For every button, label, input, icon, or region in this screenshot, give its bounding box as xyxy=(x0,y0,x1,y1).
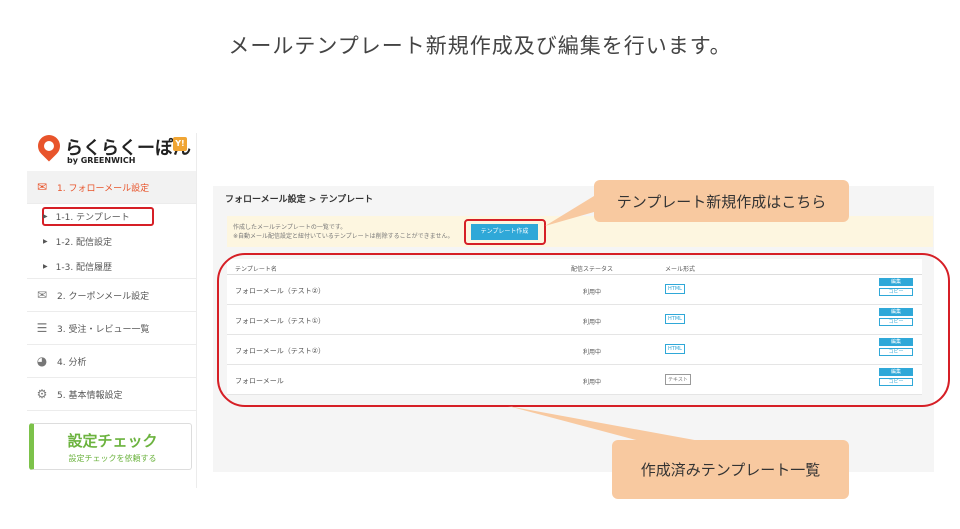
sidebar-item-label: 1-2. 配信設定 xyxy=(55,238,113,248)
app-logo[interactable]: らくらくーぽん by GREENWICH Y! xyxy=(27,130,196,171)
callout-new-template: テンプレート新規作成はこちら xyxy=(594,180,849,222)
sidebar-section-analytics[interactable]: ◕ 4. 分析 xyxy=(27,345,196,378)
notice-line: 作成したメールテンプレートの一覧です。 xyxy=(233,224,347,231)
sidebar: らくらくーぽん by GREENWICH Y! ✉ 1. フォローメール設定 ▶… xyxy=(27,130,197,488)
settings-check-title: 設定チェック xyxy=(67,432,158,450)
chevron-right-icon: ▶ xyxy=(43,238,48,245)
template-list-highlight xyxy=(217,253,950,407)
sidebar-section-coupon-mail[interactable]: ✉ 2. クーポンメール設定 xyxy=(27,279,196,312)
new-template-highlight: テンプレート作成 xyxy=(464,219,546,245)
chevron-right-icon: ▶ xyxy=(43,213,48,220)
notice-line: ※自動メール配信設定と紐付いているテンプレートは削除することができません。 xyxy=(233,233,454,240)
sidebar-section-orders-reviews[interactable]: ☰ 3. 受注・レビュー一覧 xyxy=(27,312,196,345)
breadcrumb: フォローメール設定 > テンプレート xyxy=(225,195,374,205)
sidebar-section-basic-info[interactable]: ⚙ 5. 基本情報設定 xyxy=(27,378,196,411)
callout-template-list: 作成済みテンプレート一覧 xyxy=(612,440,849,499)
list-icon: ☰ xyxy=(36,321,48,335)
pie-chart-icon: ◕ xyxy=(36,354,48,368)
sidebar-item-label: 1-3. 配信履歴 xyxy=(55,262,113,273)
sidebar-section-label: 3. 受注・レビュー一覧 xyxy=(57,324,150,335)
sidebar-item-label: 1-1. テンプレート xyxy=(55,213,130,223)
sidebar-section-label: 5. 基本情報設定 xyxy=(57,390,123,401)
create-template-button[interactable]: テンプレート作成 xyxy=(471,224,538,240)
sidebar-item-delivery-history[interactable]: ▶ 1-3. 配信履歴 xyxy=(27,254,196,279)
sidebar-item-template[interactable]: ▶ 1-1. テンプレート xyxy=(42,207,154,226)
logo-pin-icon xyxy=(33,130,65,162)
yahoo-badge: Y! xyxy=(173,137,187,151)
gear-icon: ⚙ xyxy=(36,387,48,401)
open-mail-icon: ✉ xyxy=(36,288,48,302)
chevron-right-icon: ▶ xyxy=(43,262,48,270)
mail-icon: ✉ xyxy=(36,180,48,194)
settings-check-subtitle: 設定チェックを依頼する xyxy=(68,454,157,463)
sidebar-section-label: 2. クーポンメール設定 xyxy=(57,291,150,302)
sidebar-section-follow-mail[interactable]: ✉ 1. フォローメール設定 xyxy=(27,171,196,204)
sidebar-item-delivery-settings[interactable]: ▶ 1-2. 配信設定 xyxy=(27,229,196,254)
settings-check-button[interactable]: 設定チェック 設定チェックを依頼する xyxy=(29,423,192,470)
sidebar-section-label: 1. フォローメール設定 xyxy=(57,183,150,194)
logo-subtext: by GREENWICH xyxy=(67,156,136,165)
page: メールテンプレート新規作成及び編集を行います。 らくらくーぽん by GREEN… xyxy=(0,0,960,529)
sidebar-section-label: 4. 分析 xyxy=(57,357,87,368)
page-heading: メールテンプレート新規作成及び編集を行います。 xyxy=(228,34,732,58)
